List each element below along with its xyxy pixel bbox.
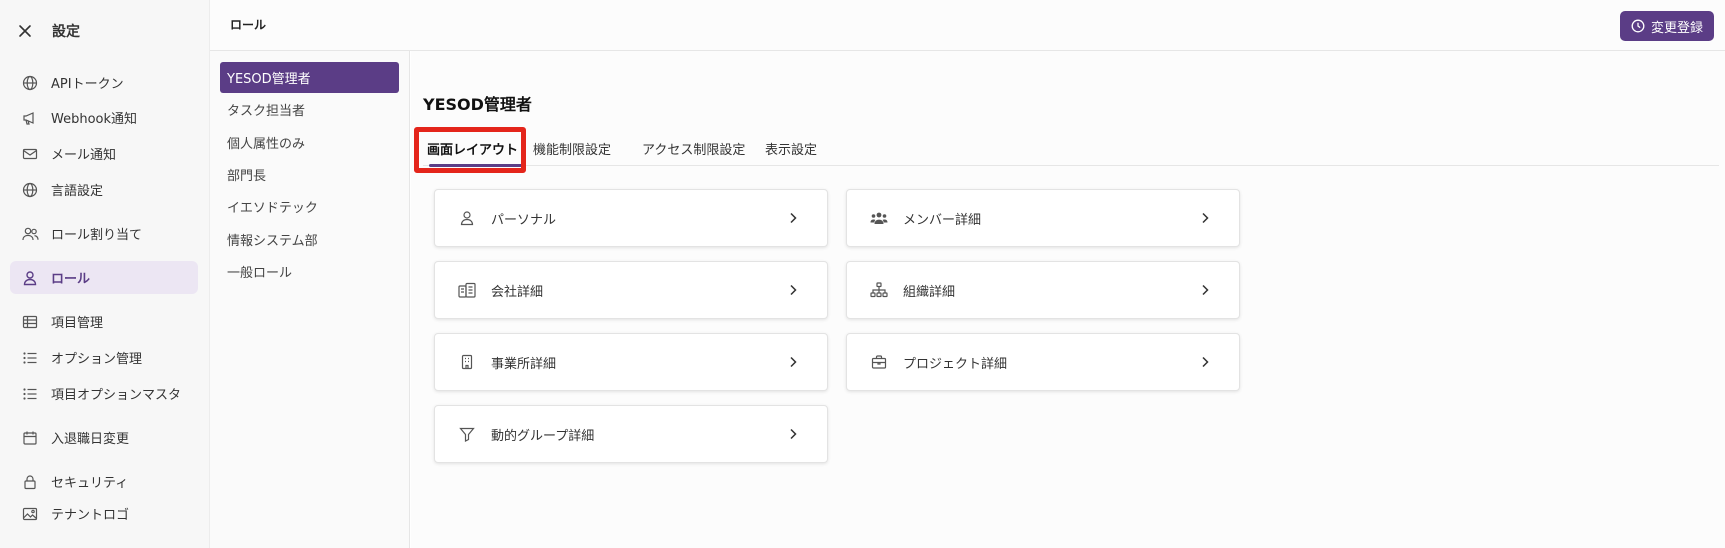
page-title: YESOD管理者 xyxy=(423,95,532,114)
card-project-detail[interactable]: プロジェクト詳細 xyxy=(846,333,1240,391)
role-item[interactable]: YESOD管理者 xyxy=(220,62,399,93)
sidebar-item-label: テナントロゴ xyxy=(51,508,130,523)
role-item[interactable]: 一般ロール xyxy=(220,256,399,287)
tab-screen-layout[interactable]: 画面レイアウト xyxy=(427,139,518,158)
sidebar-item-label: セキュリティ xyxy=(51,476,129,491)
sidebar-item-mail[interactable]: メール通知 xyxy=(10,137,198,170)
card-label: 組織詳細 xyxy=(903,284,956,300)
main-content: YESOD管理者 画面レイアウト 機能制限設定 アクセス制限設定 表示設定 パー… xyxy=(411,51,1725,548)
tab-feature-restrictions[interactable]: 機能制限設定 xyxy=(533,139,611,158)
card-organization-detail[interactable]: 組織詳細 xyxy=(846,261,1240,319)
org-chart-icon xyxy=(869,280,889,300)
chevron-right-icon xyxy=(785,210,801,226)
chevron-right-icon xyxy=(785,354,801,370)
sidebar-item-label: APIトークン xyxy=(51,77,124,92)
sidebar-item-role-assignment[interactable]: ロール割り当て xyxy=(10,217,198,250)
tab-bar: 画面レイアウト 機能制限設定 アクセス制限設定 表示設定 xyxy=(423,131,1719,167)
sidebar-item-option-management[interactable]: オプション管理 xyxy=(10,341,198,374)
role-item[interactable]: タスク担当者 xyxy=(220,94,399,125)
role-item[interactable]: 部門長 xyxy=(220,159,399,190)
sidebar-item-label: オプション管理 xyxy=(51,352,143,367)
mail-icon xyxy=(21,145,39,163)
sidebar-item-employment-date[interactable]: 入退職日変更 xyxy=(10,421,198,454)
user-icon xyxy=(21,269,39,287)
role-item[interactable]: 個人属性のみ xyxy=(220,127,399,158)
calendar-icon xyxy=(21,429,39,447)
list-icon xyxy=(21,385,39,403)
clock-icon xyxy=(1631,19,1645,33)
submit-changes-button[interactable]: 変更登録 xyxy=(1619,11,1714,41)
tab-access-restrictions[interactable]: アクセス制限設定 xyxy=(642,139,745,158)
role-list: YESOD管理者 タスク担当者 個人属性のみ 部門長 イエソドテック 情報システ… xyxy=(210,51,410,548)
breadcrumb: ロール xyxy=(230,18,267,32)
building-icon xyxy=(457,352,477,372)
card-personal[interactable]: パーソナル xyxy=(434,189,828,247)
users-icon xyxy=(21,225,39,243)
active-tab-indicator xyxy=(429,164,525,167)
sidebar-item-role[interactable]: ロール xyxy=(10,261,198,294)
chevron-right-icon xyxy=(1197,210,1213,226)
card-company-detail[interactable]: 会社詳細 xyxy=(434,261,828,319)
megaphone-icon xyxy=(21,109,39,127)
sidebar-item-label: 入退職日変更 xyxy=(51,432,130,447)
tab-display-settings[interactable]: 表示設定 xyxy=(765,139,817,158)
sidebar-item-security[interactable]: セキュリティ xyxy=(10,465,198,498)
sidebar-item-webhook[interactable]: Webhook通知 xyxy=(10,101,198,134)
list-icon xyxy=(21,349,39,367)
filter-icon xyxy=(457,424,477,444)
lock-icon xyxy=(21,473,39,491)
sidebar-item-language[interactable]: 言語設定 xyxy=(10,173,198,206)
image-icon xyxy=(21,505,39,523)
buildings-icon xyxy=(457,280,477,300)
card-dynamic-group-detail[interactable]: 動的グループ詳細 xyxy=(434,405,828,463)
role-item[interactable]: イエソドテック xyxy=(220,191,399,222)
user-icon xyxy=(457,208,477,228)
card-office-detail[interactable]: 事業所詳細 xyxy=(434,333,828,391)
card-label: 事業所詳細 xyxy=(491,356,557,372)
sidebar-item-api-token[interactable]: APIトークン xyxy=(10,66,198,99)
sidebar-item-label: Webhook通知 xyxy=(51,112,138,127)
card-label: メンバー詳細 xyxy=(903,212,982,228)
sidebar-item-label: 言語設定 xyxy=(51,184,104,199)
sidebar-item-tenant-logo[interactable]: テナントロゴ xyxy=(10,497,198,530)
role-item[interactable]: 情報システム部 xyxy=(220,224,399,255)
card-label: プロジェクト詳細 xyxy=(903,356,1008,372)
group-icon xyxy=(869,208,889,228)
sidebar-item-label: 項目オプションマスタ xyxy=(51,388,182,403)
card-label: パーソナル xyxy=(491,212,557,228)
sidebar-item-label: メール通知 xyxy=(51,148,117,163)
briefcase-icon xyxy=(869,352,889,372)
chevron-right-icon xyxy=(785,426,801,442)
chevron-right-icon xyxy=(1197,354,1213,370)
globe-icon xyxy=(21,74,39,92)
sidebar-item-option-master[interactable]: 項目オプションマスタ xyxy=(10,377,198,410)
sidebar-item-label: ロール割り当て xyxy=(51,228,143,243)
settings-sidebar: 設定 APIトークン Webhook通知 メール通知 言語設定 ロール割り当て … xyxy=(0,0,210,548)
card-member-detail[interactable]: メンバー詳細 xyxy=(846,189,1240,247)
table-icon xyxy=(21,313,39,331)
sidebar-item-label: 項目管理 xyxy=(51,316,104,331)
top-bar: ロール 変更登録 xyxy=(210,0,1725,51)
chevron-right-icon xyxy=(785,282,801,298)
card-label: 会社詳細 xyxy=(491,284,544,300)
close-icon[interactable] xyxy=(13,19,37,43)
sidebar-title: 設定 xyxy=(52,24,80,40)
submit-changes-label: 変更登録 xyxy=(1650,20,1703,36)
card-label: 動的グループ詳細 xyxy=(491,428,595,444)
sidebar-header: 設定 xyxy=(0,16,210,46)
sidebar-item-label: ロール xyxy=(51,272,91,287)
sidebar-item-field-management[interactable]: 項目管理 xyxy=(10,305,198,338)
globe-icon xyxy=(21,181,39,199)
chevron-right-icon xyxy=(1197,282,1213,298)
